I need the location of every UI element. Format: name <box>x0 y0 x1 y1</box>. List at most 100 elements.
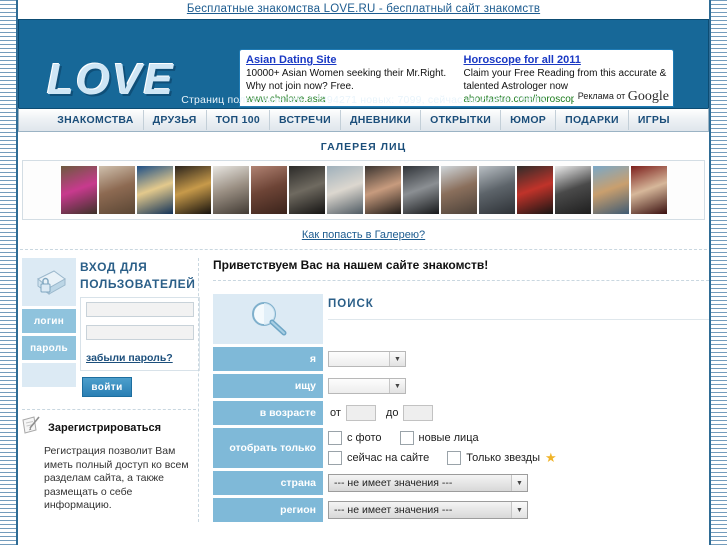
chevron-down-icon: ▼ <box>389 379 405 393</box>
gallery-thumbnail[interactable] <box>288 166 325 214</box>
gallery-thumbnail[interactable] <box>478 166 515 214</box>
main-area: логин пароль ВХОД ДЛЯ ПОЛЬЗОВАТЕЛЕЙ забы… <box>18 258 709 522</box>
search-field-column: ПОИСК ▼ ▼ от до с фото новые лица сейчас… <box>323 294 709 522</box>
gallery-thumbnail[interactable] <box>364 166 401 214</box>
register-header: Зарегистрироваться <box>22 416 196 439</box>
site-title-link[interactable]: Бесплатные знакомства LOVE.RU - бесплатн… <box>18 0 709 19</box>
gallery-thumbnail[interactable] <box>516 166 553 214</box>
login-box: логин пароль ВХОД ДЛЯ ПОЛЬЗОВАТЕЛЕЙ забы… <box>22 258 200 397</box>
chevron-down-icon: ▼ <box>511 502 527 518</box>
filter-line-1: с фото новые лица <box>328 428 709 448</box>
checkbox-with-photo[interactable] <box>328 431 342 445</box>
age-to-label: до <box>385 407 399 419</box>
checkbox-online-now[interactable] <box>328 451 342 465</box>
search-label-region: регион <box>213 498 323 522</box>
nav-item-top100[interactable]: ТОП 100 <box>207 110 271 130</box>
gallery-thumbnail[interactable] <box>326 166 363 214</box>
chevron-down-icon: ▼ <box>511 475 527 491</box>
search-label-filter: отобрать только <box>213 428 323 468</box>
nav-item-yumor[interactable]: ЮМОР <box>501 110 557 130</box>
password-field-label: пароль <box>22 336 76 360</box>
lock-icon-svg <box>37 270 66 295</box>
register-description: Регистрация позволит Вам иметь полный до… <box>44 445 189 511</box>
gallery-howto-link[interactable]: Как попасть в Галерею? <box>18 220 709 249</box>
gallery-thumbnail[interactable] <box>212 166 249 214</box>
gallery-thumbnail-strip <box>22 160 705 220</box>
gallery-thumbnail[interactable] <box>174 166 211 214</box>
nav-item-igry[interactable]: ИГРЫ <box>629 110 679 130</box>
checkbox-label-new-faces: новые лица <box>418 432 479 444</box>
search-header: ПОИСК <box>328 294 709 344</box>
login-field-label: логин <box>22 309 76 333</box>
age-from-input[interactable] <box>345 405 376 421</box>
login-title-line1: ВХОД ДЛЯ <box>80 260 148 274</box>
age-from-label: от <box>330 407 341 419</box>
seeking-select[interactable]: ▼ <box>328 378 406 394</box>
login-title-line2: ПОЛЬЗОВАТЕЛЕЙ <box>80 277 196 291</box>
login-spacer-cell <box>22 363 76 387</box>
gallery-thumbnail[interactable] <box>250 166 287 214</box>
search-label-country: страна <box>213 471 323 495</box>
checkbox-new-faces[interactable] <box>399 431 414 445</box>
magnifier-icon-svg <box>252 302 287 336</box>
search-row-i-am: ▼ <box>328 347 709 371</box>
gallery-thumbnail[interactable] <box>402 166 439 214</box>
gallery-thumbnail[interactable] <box>60 166 97 214</box>
register-title[interactable]: Зарегистрироваться <box>48 422 161 434</box>
left-sidebar: логин пароль ВХОД ДЛЯ ПОЛЬЗОВАТЕЛЕЙ забы… <box>18 258 200 522</box>
magnifier-icon <box>213 294 323 344</box>
gallery-heading: ГАЛЕРЕЯ ЛИЦ <box>320 141 407 153</box>
nav-item-otkrytki[interactable]: ОТКРЫТКИ <box>421 110 502 130</box>
ad-description-line: 10000+ Asian Women seeking their Mr.Righ… <box>246 68 447 79</box>
search-label-i-am: я <box>213 347 323 371</box>
password-input[interactable] <box>86 325 194 340</box>
search-row-country: --- не имеет значения --- ▼ <box>328 471 709 495</box>
checkbox-label-online-now: сейчас на сайте <box>347 452 430 464</box>
search-title-rule <box>328 319 709 320</box>
region-select[interactable]: --- не имеет значения --- ▼ <box>328 501 528 519</box>
ad-description-line: Claim your Free Reading from this accura… <box>463 68 667 79</box>
gallery-thumbnail[interactable] <box>592 166 629 214</box>
nav-item-vstrechi[interactable]: ВСТРЕЧИ <box>270 110 341 130</box>
search-form: я ищу в возрасте отобрать только страна … <box>213 294 709 522</box>
pencil-note-icon <box>22 416 42 439</box>
main-navigation: ЗНАКОМСТВА ДРУЗЬЯ ТОП 100 ВСТРЕЧИ ДНЕВНИ… <box>18 108 709 132</box>
search-row-seeking: ▼ <box>328 374 709 398</box>
nav-item-druzya[interactable]: ДРУЗЬЯ <box>144 110 207 130</box>
search-title: ПОИСК <box>328 298 374 310</box>
ad-title-link[interactable]: Horoscope for all 2011 <box>464 53 668 67</box>
user-stats-bar: Страниц пользователей: 17394271 новых: 7… <box>181 94 546 106</box>
chevron-down-icon: ▼ <box>389 352 405 366</box>
forgot-password-link[interactable]: забыли пароль? <box>86 352 173 364</box>
gallery-thumbnail[interactable] <box>98 166 135 214</box>
i-am-select[interactable]: ▼ <box>328 351 406 367</box>
checkbox-label-with-photo: с фото <box>347 432 382 444</box>
checkbox-stars-only[interactable] <box>447 451 462 465</box>
site-header: LOVE Asian Dating Site 10000+ Asian Wome… <box>18 19 709 108</box>
age-to-input[interactable] <box>403 405 434 421</box>
lock-envelope-icon <box>22 258 76 306</box>
column-divider <box>198 258 199 522</box>
right-margin-stripes <box>711 0 727 545</box>
right-edge-rule <box>709 0 711 545</box>
checkbox-label-stars-only: Только звезды <box>466 452 540 464</box>
gallery-thumbnail[interactable] <box>136 166 173 214</box>
pencil-note-icon-svg <box>22 416 40 434</box>
nav-item-znakomstva[interactable]: ЗНАКОМСТВА <box>48 110 144 130</box>
nav-item-podarki[interactable]: ПОДАРКИ <box>556 110 629 130</box>
login-submit-button[interactable]: войти <box>82 377 132 397</box>
gallery-thumbnail[interactable] <box>630 166 667 214</box>
welcome-heading: Приветствуем Вас на нашем сайте знакомст… <box>213 258 709 281</box>
page-root: Бесплатные знакомства LOVE.RU - бесплатн… <box>0 0 727 545</box>
login-icon-column: логин пароль <box>22 258 76 397</box>
nav-item-dnevniki[interactable]: ДНЕВНИКИ <box>341 110 422 130</box>
gallery-thumbnail[interactable] <box>440 166 477 214</box>
search-label-age: в возрасте <box>213 401 323 425</box>
login-input[interactable] <box>86 302 194 317</box>
search-row-region: --- не имеет значения --- ▼ <box>328 498 709 522</box>
login-panel: забыли пароль? <box>80 297 200 371</box>
star-icon: ★ <box>544 450 557 465</box>
gallery-thumbnail[interactable] <box>554 166 591 214</box>
country-select[interactable]: --- не имеет значения --- ▼ <box>328 474 528 492</box>
ad-title-link[interactable]: Asian Dating Site <box>246 53 450 67</box>
